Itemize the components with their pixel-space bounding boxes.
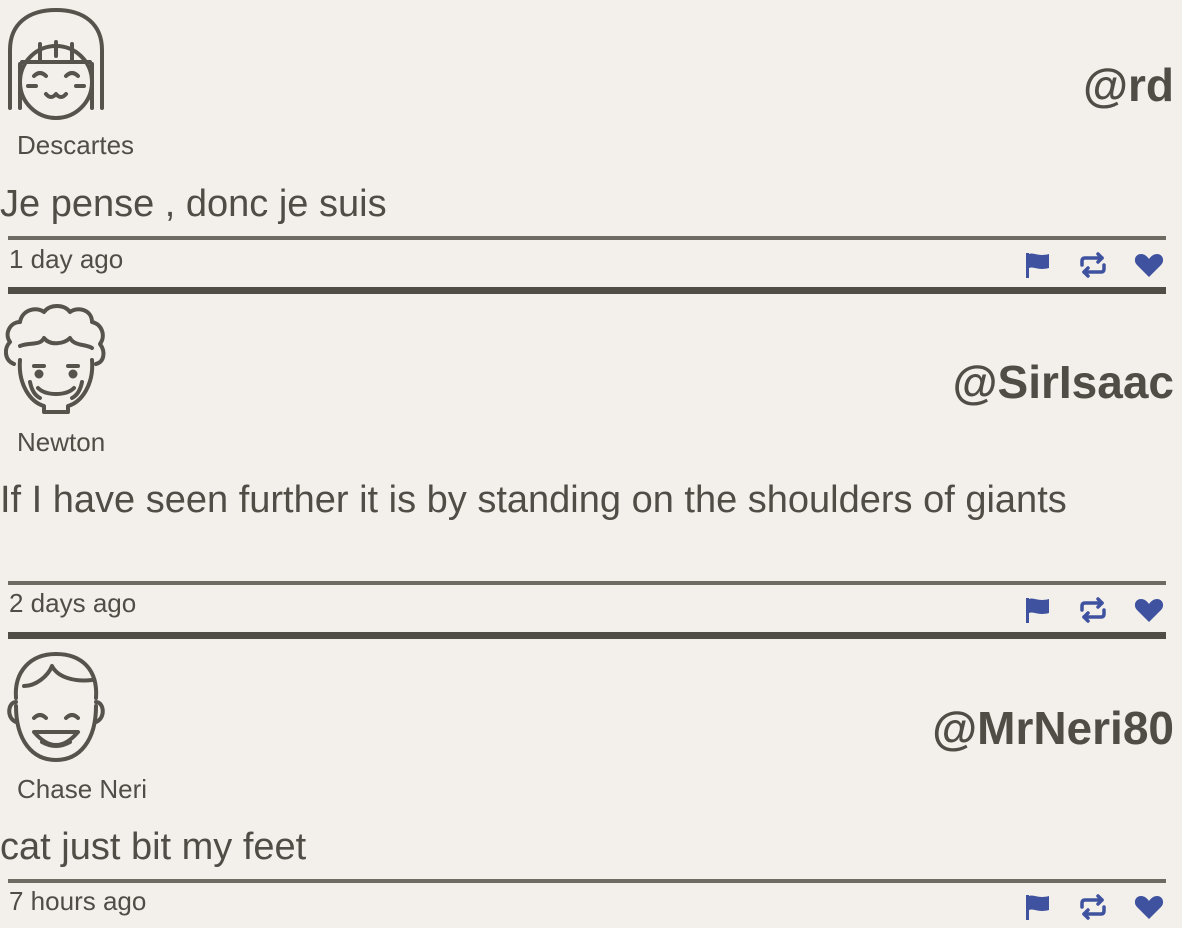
timestamp: 2 days ago xyxy=(9,588,137,618)
retweet-icon xyxy=(1080,894,1106,920)
curly-hair-face-icon xyxy=(3,304,106,414)
flag-button[interactable] xyxy=(1020,890,1054,924)
tweet-feed: Descartes @rd Je pense , donc je suis 1 … xyxy=(0,0,1182,928)
retweet-icon xyxy=(1080,252,1106,278)
display-name: Descartes xyxy=(17,130,135,160)
tweet-separator xyxy=(8,287,1166,294)
user-handle[interactable]: @MrNeri80 xyxy=(932,701,1174,755)
like-button[interactable] xyxy=(1132,248,1166,282)
divider xyxy=(8,879,1166,883)
flag-icon xyxy=(1026,598,1049,623)
retweet-button[interactable] xyxy=(1076,890,1110,924)
heart-icon xyxy=(1134,254,1164,277)
avatar xyxy=(0,4,112,122)
like-button[interactable] xyxy=(1132,593,1166,627)
retweet-button[interactable] xyxy=(1076,248,1110,282)
flag-icon xyxy=(1026,895,1049,920)
flag-icon xyxy=(1026,253,1049,278)
retweet-icon xyxy=(1080,597,1106,623)
avatar xyxy=(0,300,112,418)
timestamp: 1 day ago xyxy=(9,244,124,274)
user-handle[interactable]: @rd xyxy=(1083,58,1174,112)
display-name: Newton xyxy=(17,427,106,457)
retweet-button[interactable] xyxy=(1076,593,1110,627)
tweet-separator xyxy=(8,632,1166,639)
display-name: Chase Neri xyxy=(17,774,148,804)
tweet-text: Je pense , donc je suis xyxy=(0,183,387,225)
user-handle[interactable]: @SirIsaac xyxy=(953,355,1174,409)
girl-face-icon xyxy=(8,8,104,120)
divider xyxy=(8,236,1166,240)
tweet-actions xyxy=(1020,593,1166,627)
flag-button[interactable] xyxy=(1020,248,1054,282)
avatar xyxy=(0,646,112,764)
timestamp: 7 hours ago xyxy=(9,886,147,916)
boy-face-icon xyxy=(7,652,105,762)
flag-button[interactable] xyxy=(1020,593,1054,627)
tweet-card: Descartes @rd Je pense , donc je suis 1 … xyxy=(0,0,1182,296)
tweet-card: Chase Neri @MrNeri80 cat just bit my fee… xyxy=(0,642,1182,928)
heart-icon xyxy=(1134,599,1164,622)
tweet-card: Newton @SirIsaac If I have seen further … xyxy=(0,296,1182,642)
heart-icon xyxy=(1134,896,1164,919)
tweet-text: If I have seen further it is by standing… xyxy=(0,479,1067,521)
tweet-text: cat just bit my feet xyxy=(0,826,307,868)
tweet-actions xyxy=(1020,248,1166,282)
tweet-actions xyxy=(1020,890,1166,924)
divider xyxy=(8,581,1166,585)
like-button[interactable] xyxy=(1132,890,1166,924)
